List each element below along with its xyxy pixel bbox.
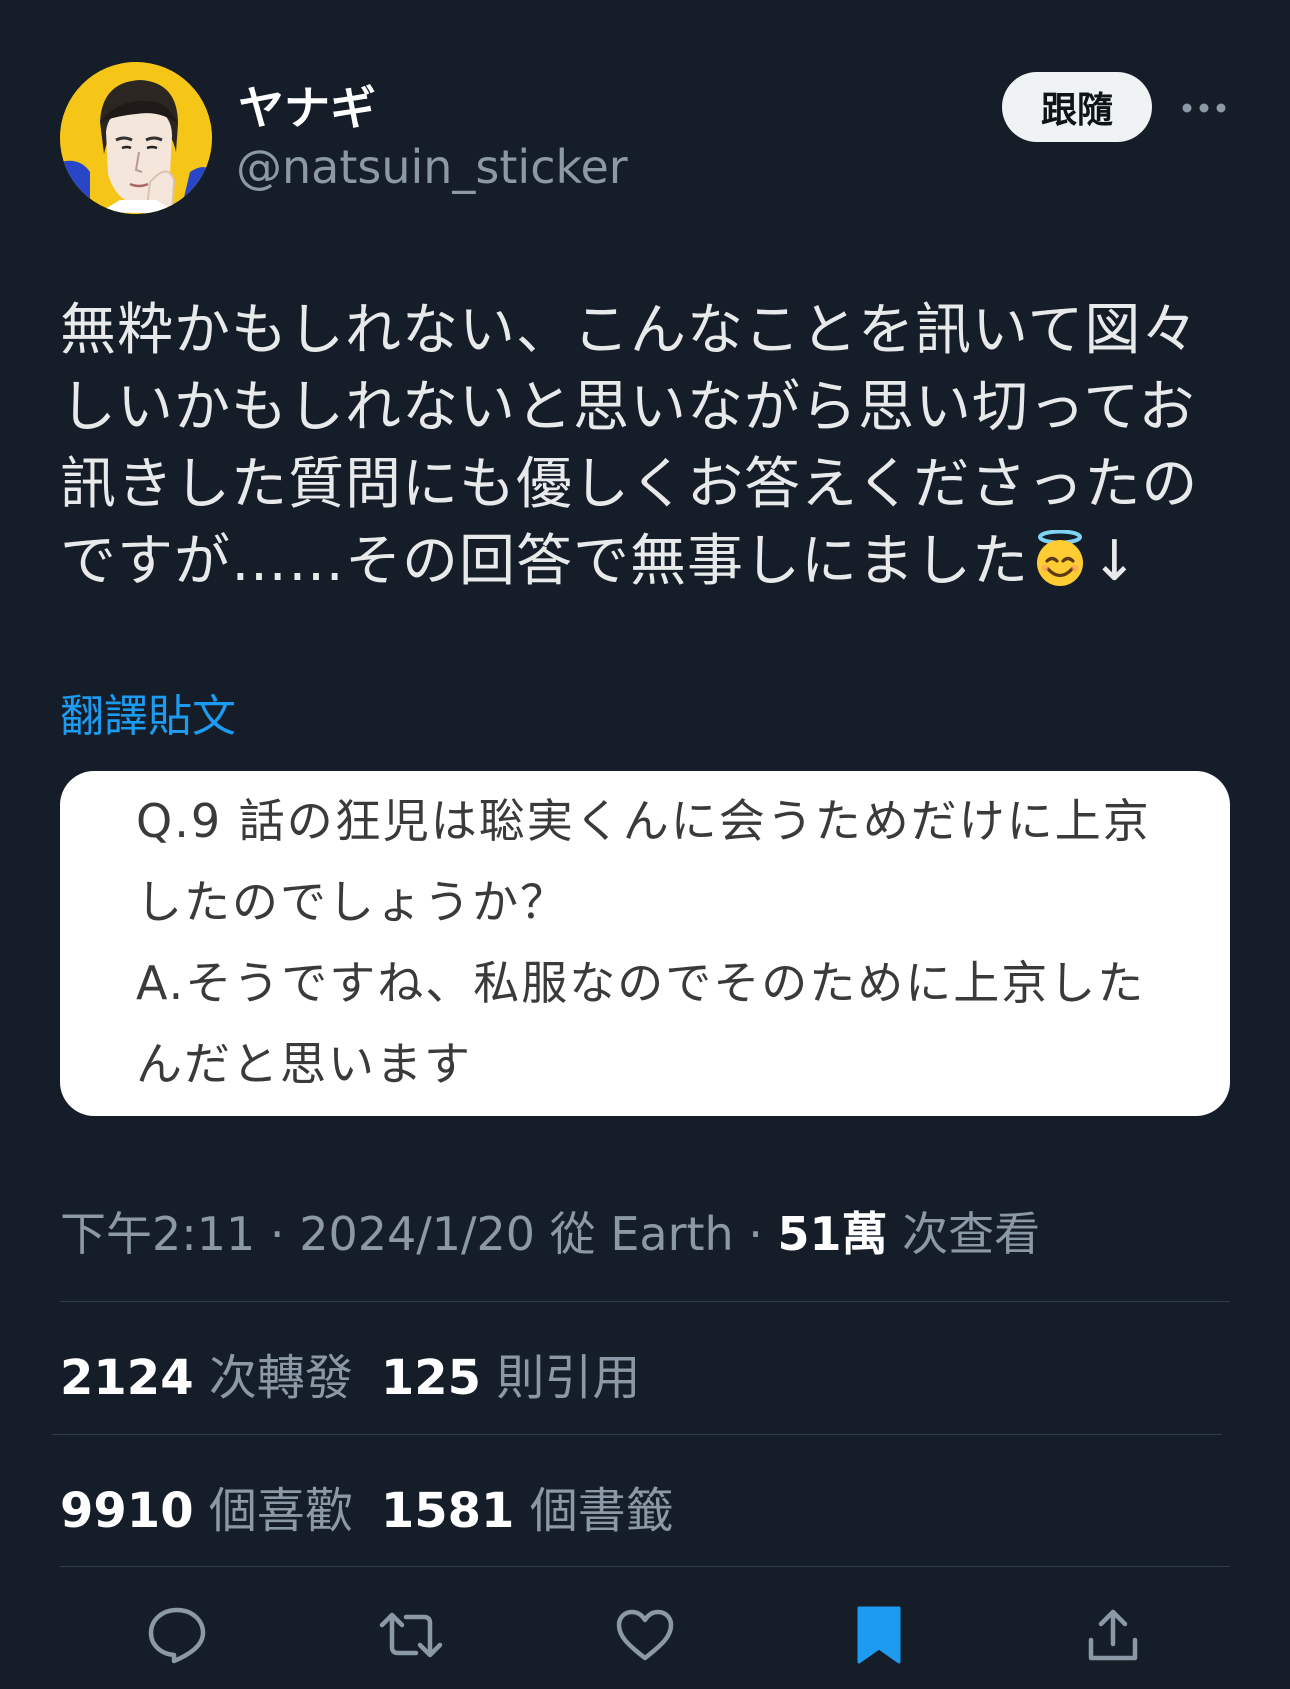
image-qa-text: Q.9 話の狂児は聡実くんに会うためだけに上京したのでしょうか？ A.そうですね…	[136, 781, 1156, 1105]
bookmark-count: 1581	[380, 1483, 515, 1539]
bookmark-stat[interactable]: 1581 個書籤	[381, 1483, 674, 1539]
avatar[interactable]	[60, 62, 212, 214]
image-text-content: Q.9 話の狂児は聡実くんに会うためだけに上京したのでしょうか？ A.そうですね…	[136, 794, 1151, 1091]
tweet-meta: 下午2:11 · 2024/1/20 從 Earth · 51萬 次查看	[60, 1198, 1040, 1264]
meta-from: 從	[535, 1207, 611, 1261]
attached-image[interactable]: Q.9 話の狂児は聡実くんに会うためだけに上京したのでしょうか？ A.そうですね…	[60, 771, 1230, 1116]
retweet-stat[interactable]: 2124 次轉發	[60, 1350, 353, 1406]
retweet-icon[interactable]	[376, 1600, 446, 1670]
meta-separator: ·	[733, 1207, 778, 1261]
reply-icon[interactable]	[142, 1600, 212, 1670]
like-label: 個喜歡	[193, 1483, 353, 1539]
quote-label: 則引用	[481, 1350, 641, 1406]
quote-stat[interactable]: 125 則引用	[381, 1350, 640, 1406]
tweet-text: 無粋かもしれない、こんなことを訊いて図々しいかもしれないと思いながら思い切ってお…	[60, 292, 1240, 600]
bookmark-label: 個書籤	[514, 1483, 674, 1539]
translate-post-link[interactable]: 翻譯貼文	[60, 680, 236, 744]
avatar-illustration	[60, 62, 212, 214]
tweet-time[interactable]: 下午2:11	[60, 1207, 255, 1261]
tweet-body: 無粋かもしれない、こんなことを訊いて図々しいかもしれないと思いながら思い切ってお…	[60, 298, 1199, 594]
retweet-count: 2124	[60, 1350, 194, 1406]
tweet-arrow: ↓	[1091, 529, 1139, 594]
views-count: 51萬	[777, 1207, 888, 1261]
stats-row-likes: 9910 個喜歡 1581 個書籤	[60, 1471, 674, 1541]
divider	[60, 1301, 1230, 1302]
like-count: 9910	[60, 1483, 194, 1539]
tweet-header: ヤナギ @natsuin_sticker 跟隨	[0, 0, 1290, 230]
more-options-icon[interactable]	[1178, 88, 1230, 128]
quote-count: 125	[380, 1350, 482, 1406]
views-label: 次查看	[887, 1207, 1041, 1261]
stats-row-reposts: 2124 次轉發 125 則引用	[60, 1338, 640, 1408]
user-handle[interactable]: @natsuin_sticker	[236, 140, 628, 194]
retweet-label: 次轉發	[193, 1350, 353, 1406]
follow-button[interactable]: 跟隨	[1002, 72, 1152, 142]
meta-separator: ·	[255, 1207, 300, 1261]
bookmark-icon[interactable]	[844, 1600, 914, 1670]
action-bar	[0, 1600, 1290, 1670]
smiling-face-with-halo-icon	[1031, 529, 1089, 588]
tweet-source: Earth	[610, 1207, 734, 1261]
like-icon[interactable]	[610, 1600, 680, 1670]
like-stat[interactable]: 9910 個喜歡	[60, 1483, 353, 1539]
share-icon[interactable]	[1078, 1600, 1148, 1670]
tweet-date[interactable]: 2024/1/20	[299, 1207, 535, 1261]
divider	[52, 1434, 1222, 1435]
display-name[interactable]: ヤナギ	[238, 72, 376, 138]
divider	[60, 1566, 1230, 1567]
